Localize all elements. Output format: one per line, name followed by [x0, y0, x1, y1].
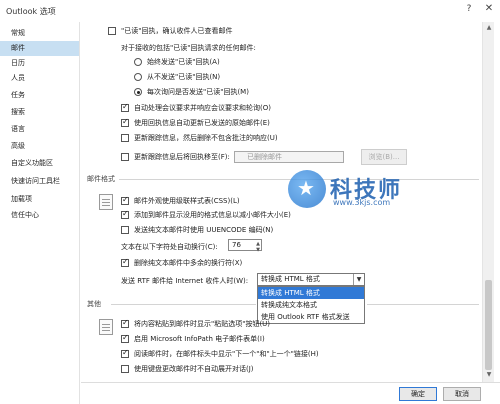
folder-field-text: 已删除邮件: [247, 153, 282, 161]
spin-down-icon[interactable]: ▼: [256, 245, 260, 255]
window-title: Outlook 选项: [6, 7, 56, 16]
sidebar-item-quick-access[interactable]: 快速访问工具栏: [0, 174, 79, 189]
title-bar: Outlook 选项 ? ✕: [0, 0, 500, 22]
sidebar-item-advanced[interactable]: 高级: [0, 139, 79, 154]
chevron-down-icon[interactable]: ▼: [353, 274, 364, 285]
rtf-option-plain[interactable]: 转换成纯文本格式: [258, 299, 364, 311]
scroll-thumb[interactable]: [485, 280, 492, 370]
rtf-dropdown-list: 转换成 HTML 格式 转换成纯文本格式 使用 Outlook RTF 格式发送: [257, 286, 365, 324]
remove-breaks-label: 删除纯文本邮件中多余的换行符(X): [134, 259, 243, 267]
auto-process-label: 自动处理会议要求并响应会议要求和轮询(O): [134, 104, 271, 112]
show-nav-label: 阅读邮件时，在邮件标头中显示"下一个"和"上一个"链接(H): [134, 350, 319, 358]
always-send-receipt-checkbox[interactable]: [108, 27, 116, 35]
section-divider: [111, 304, 256, 305]
radio-never-send-label: 从不发送"已读"回执(N): [147, 73, 221, 81]
radio-ask-send[interactable]: [134, 88, 142, 96]
rtf-select[interactable]: 转换成 HTML 格式 ▼: [257, 273, 365, 286]
sidebar-item-general[interactable]: 常规: [0, 26, 79, 41]
update-tracking-checkbox[interactable]: [121, 134, 129, 142]
star-icon: ★: [297, 176, 315, 200]
infopath-checkbox[interactable]: [121, 333, 129, 343]
format-section-icon: [99, 194, 113, 210]
mail-options-content: "已读"回执，确认收件人已查看邮件 对于接收的包括"已读"回执请求的任何邮件: …: [81, 22, 481, 382]
options-sidebar: 常规 邮件 日历 人员 任务 搜索 语言 高级 自定义功能区 快速访问工具栏 加…: [0, 22, 80, 404]
keyboard-expand-label: 使用键盘更改邮件时不自动展开对话(J): [134, 365, 254, 373]
other-section-icon: [99, 319, 113, 335]
radio-never-send[interactable]: [134, 73, 142, 81]
keyboard-expand-checkbox[interactable]: [121, 365, 129, 373]
section-divider: [367, 304, 479, 305]
watermark-url: www.3kjs.com: [333, 198, 391, 207]
move-receipts-label: 更新跟踪信息后将回执移至(F):: [134, 153, 230, 161]
rtf-option-rtf[interactable]: 使用 Outlook RTF 格式发送: [258, 311, 364, 323]
radio-always-send[interactable]: [134, 58, 142, 66]
rtf-select-value: 转换成 HTML 格式: [261, 275, 320, 283]
wrap-value: 76: [232, 241, 241, 249]
content-scrollbar[interactable]: ▲ ▼: [482, 22, 494, 382]
show-nav-checkbox[interactable]: [121, 348, 129, 358]
scroll-up-icon[interactable]: ▲: [485, 24, 493, 32]
reduce-size-label: 添加到邮件显示没用的格式信息以减小邮件大小(E): [134, 211, 291, 219]
paste-options-label: 将内容粘贴到邮件时显示"粘贴选项"按钮(U): [134, 320, 271, 328]
uuencode-checkbox[interactable]: [121, 226, 129, 234]
sidebar-item-mail[interactable]: 邮件: [0, 41, 79, 56]
close-icon[interactable]: ✕: [482, 3, 496, 17]
infopath-label: 启用 Microsoft InfoPath 电子邮件表单(I): [134, 335, 265, 343]
help-icon[interactable]: ?: [462, 4, 476, 18]
paste-options-checkbox[interactable]: [121, 318, 129, 328]
ok-button[interactable]: 确定: [399, 387, 437, 401]
wrap-label: 文本在以下字符处自动换行(C):: [121, 243, 218, 251]
sidebar-item-tasks[interactable]: 任务: [0, 88, 79, 103]
radio-always-send-label: 始终发送"已读"回执(A): [147, 58, 220, 66]
receipt-folder-field: 已删除邮件: [234, 151, 344, 163]
reduce-size-checkbox[interactable]: [121, 209, 129, 219]
update-tracking-label: 更新跟踪信息，然后删除不包含批注的响应(U): [134, 134, 278, 142]
sidebar-item-search[interactable]: 搜索: [0, 105, 79, 120]
remove-breaks-checkbox[interactable]: [121, 257, 129, 267]
sidebar-item-customize-ribbon[interactable]: 自定义功能区: [0, 156, 79, 171]
uuencode-label: 发送纯文本邮件时使用 UUENCODE 编码(N): [134, 226, 274, 234]
other-section-header: 其他: [87, 300, 101, 308]
use-css-checkbox[interactable]: [121, 195, 129, 205]
move-receipts-checkbox[interactable]: [121, 153, 129, 161]
browse-button[interactable]: 浏览(B)...: [361, 149, 407, 165]
always-send-receipt-label: "已读"回执，确认收件人已查看邮件: [121, 27, 233, 35]
format-section-header: 邮件格式: [87, 175, 115, 183]
cancel-button[interactable]: 取消: [443, 387, 481, 401]
sidebar-item-trust-center[interactable]: 信任中心: [0, 208, 79, 223]
radio-ask-send-label: 每次询问是否发送"已读"回执(M): [147, 88, 249, 96]
sidebar-item-addins[interactable]: 加载项: [0, 192, 79, 207]
sidebar-item-calendar[interactable]: 日历: [0, 56, 79, 71]
wrap-spinner[interactable]: 76 ▲ ▼: [228, 239, 262, 253]
sidebar-item-people[interactable]: 人员: [0, 71, 79, 86]
sidebar-item-language[interactable]: 语言: [0, 122, 79, 137]
rtf-label: 发送 RTF 邮件给 Internet 收件人时(W):: [121, 277, 249, 285]
receipt-request-label: 对于接收的包括"已读"回执请求的任何邮件:: [121, 44, 256, 52]
update-original-checkbox[interactable]: [121, 117, 129, 127]
rtf-option-html[interactable]: 转换成 HTML 格式: [258, 287, 364, 299]
use-css-label: 邮件外观使用级联样式表(CSS)(L): [134, 197, 240, 205]
update-original-label: 使用回执信息自动更新已发送的原始邮件(E): [134, 119, 270, 127]
auto-process-checkbox[interactable]: [121, 102, 129, 112]
dialog-footer: 确定 取消: [81, 382, 500, 404]
scroll-down-icon[interactable]: ▼: [485, 371, 493, 379]
